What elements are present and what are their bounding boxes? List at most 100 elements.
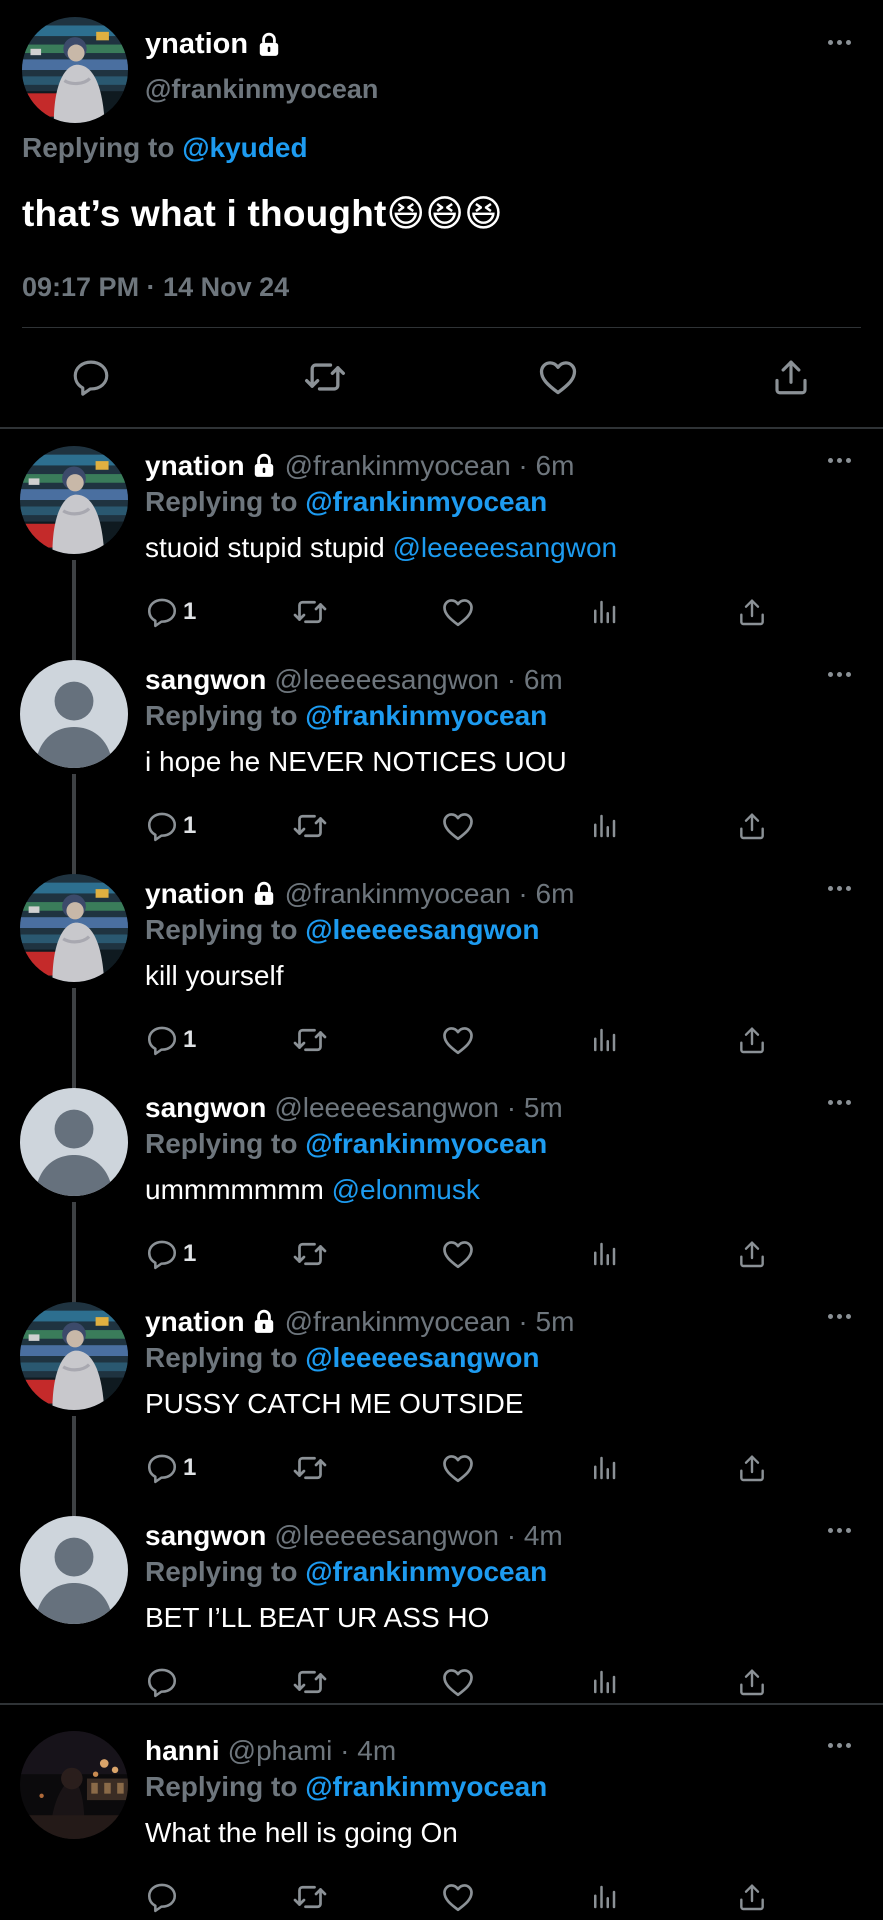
share-icon[interactable]: [736, 1020, 768, 1060]
reply-tweet[interactable]: ynation @frankinmyocean · 6m Replying to…: [0, 442, 883, 662]
author-handle-time[interactable]: @phami · 4m: [228, 1735, 396, 1767]
more-options-icon[interactable]: [828, 458, 851, 463]
reply-text-body: kill yourself: [145, 960, 284, 991]
reply-button[interactable]: 1: [145, 1234, 196, 1274]
author-handle-time[interactable]: @leeeeesangwon · 5m: [274, 1092, 562, 1124]
like-icon[interactable]: [440, 1020, 476, 1060]
author-name[interactable]: ynation: [145, 28, 282, 61]
author-name[interactable]: sangwon: [145, 1092, 266, 1124]
like-icon[interactable]: [440, 1877, 476, 1917]
more-options-icon[interactable]: [828, 1100, 851, 1105]
author-handle[interactable]: @frankinmyocean: [145, 74, 378, 105]
avatar[interactable]: [20, 660, 128, 768]
reply-tweet[interactable]: hanni @phami · 4m Replying to @frankinmy…: [0, 1727, 883, 1920]
retweet-icon[interactable]: [292, 1020, 328, 1060]
author-handle-time[interactable]: @leeeeesangwon · 6m: [274, 664, 562, 696]
more-options-icon[interactable]: [828, 672, 851, 677]
share-icon[interactable]: [736, 806, 768, 846]
reply-text-body: BET I’LL BEAT UR ASS HO: [145, 1602, 490, 1633]
avatar[interactable]: [20, 1302, 128, 1410]
author-name[interactable]: ynation: [145, 450, 245, 482]
retweet-icon[interactable]: [292, 592, 328, 632]
avatar[interactable]: [20, 446, 128, 554]
analytics-icon[interactable]: [589, 1234, 619, 1274]
replying-mention[interactable]: @frankinmyocean: [305, 1771, 547, 1802]
more-options-icon[interactable]: [828, 1528, 851, 1533]
replying-to: Replying to @frankinmyocean: [145, 486, 547, 518]
author-handle-time[interactable]: @frankinmyocean · 5m: [285, 1306, 575, 1338]
author-handle-time[interactable]: @leeeeesangwon · 4m: [274, 1520, 562, 1552]
replying-mention[interactable]: @kyuded: [182, 132, 307, 163]
reply-button[interactable]: 1: [145, 1448, 196, 1488]
avatar[interactable]: [20, 874, 128, 982]
share-icon[interactable]: [766, 352, 816, 402]
share-icon[interactable]: [736, 1448, 768, 1488]
retweet-icon[interactable]: [292, 1234, 328, 1274]
author-name[interactable]: hanni: [145, 1735, 220, 1767]
replying-mention[interactable]: @frankinmyocean: [305, 700, 547, 731]
mention-link[interactable]: @elonmusk: [332, 1174, 480, 1205]
reply-button[interactable]: 1: [145, 592, 196, 632]
share-icon[interactable]: [736, 1234, 768, 1274]
share-icon[interactable]: [736, 592, 768, 632]
reply-icon[interactable]: [66, 352, 116, 402]
like-icon[interactable]: [440, 1662, 476, 1702]
reply-tweet[interactable]: sangwon @leeeeesangwon · 4m Replying to …: [0, 1512, 883, 1726]
analytics-icon[interactable]: [589, 1877, 619, 1917]
replying-prefix: Replying to: [22, 132, 175, 163]
more-options-icon[interactable]: [828, 40, 851, 45]
like-icon[interactable]: [440, 592, 476, 632]
more-options-icon[interactable]: [828, 1743, 851, 1748]
more-options-icon[interactable]: [828, 1314, 851, 1319]
retweet-icon[interactable]: [292, 1877, 328, 1917]
reply-text: What the hell is going On: [145, 1817, 458, 1849]
lock-icon: [251, 1309, 277, 1335]
reply-button[interactable]: 1: [145, 1020, 196, 1060]
analytics-icon[interactable]: [589, 1662, 619, 1702]
reply-header: sangwon @leeeeesangwon · 4m: [145, 1520, 563, 1552]
avatar[interactable]: [20, 1731, 128, 1839]
avatar[interactable]: [20, 1516, 128, 1624]
analytics-icon[interactable]: [589, 806, 619, 846]
reply-text-body: ummmmmmm: [145, 1174, 332, 1205]
reply-button[interactable]: [145, 1877, 183, 1917]
avatar[interactable]: [20, 1088, 128, 1196]
author-handle-time[interactable]: @frankinmyocean · 6m: [285, 878, 575, 910]
more-options-icon[interactable]: [828, 886, 851, 891]
avatar[interactable]: [22, 17, 128, 123]
reply-tweet[interactable]: ynation @frankinmyocean · 5m Replying to…: [0, 1298, 883, 1518]
retweet-icon[interactable]: [300, 352, 350, 402]
like-icon[interactable]: [440, 806, 476, 846]
retweet-icon[interactable]: [292, 1448, 328, 1488]
author-name[interactable]: ynation: [145, 878, 245, 910]
mention-link[interactable]: @leeeeesangwon: [393, 532, 618, 563]
author-name[interactable]: sangwon: [145, 664, 266, 696]
analytics-icon[interactable]: [589, 1448, 619, 1488]
replying-mention[interactable]: @leeeeesangwon: [305, 914, 539, 945]
replying-to: Replying to @leeeeesangwon: [145, 1342, 540, 1374]
author-name[interactable]: ynation: [145, 1306, 245, 1338]
share-icon[interactable]: [736, 1662, 768, 1702]
author-name[interactable]: sangwon: [145, 1520, 266, 1552]
author-handle-time[interactable]: @frankinmyocean · 6m: [285, 450, 575, 482]
reply-icon: [145, 1023, 179, 1057]
replying-prefix: Replying to: [145, 700, 298, 731]
like-icon[interactable]: [440, 1448, 476, 1488]
replying-mention[interactable]: @leeeeesangwon: [305, 1342, 539, 1373]
replying-mention[interactable]: @frankinmyocean: [305, 1556, 547, 1587]
reply-tweet[interactable]: sangwon @leeeeesangwon · 5m Replying to …: [0, 1084, 883, 1304]
reply-button[interactable]: 1: [145, 806, 196, 846]
analytics-icon[interactable]: [589, 592, 619, 632]
reply-icon: [145, 1665, 179, 1699]
replying-mention[interactable]: @frankinmyocean: [305, 1128, 547, 1159]
like-icon[interactable]: [440, 1234, 476, 1274]
retweet-icon[interactable]: [292, 806, 328, 846]
analytics-icon[interactable]: [589, 1020, 619, 1060]
reply-button[interactable]: [145, 1662, 183, 1702]
like-icon[interactable]: [533, 352, 583, 402]
retweet-icon[interactable]: [292, 1662, 328, 1702]
reply-tweet[interactable]: ynation @frankinmyocean · 6m Replying to…: [0, 870, 883, 1090]
replying-mention[interactable]: @frankinmyocean: [305, 486, 547, 517]
reply-tweet[interactable]: sangwon @leeeeesangwon · 6m Replying to …: [0, 656, 883, 876]
share-icon[interactable]: [736, 1877, 768, 1917]
